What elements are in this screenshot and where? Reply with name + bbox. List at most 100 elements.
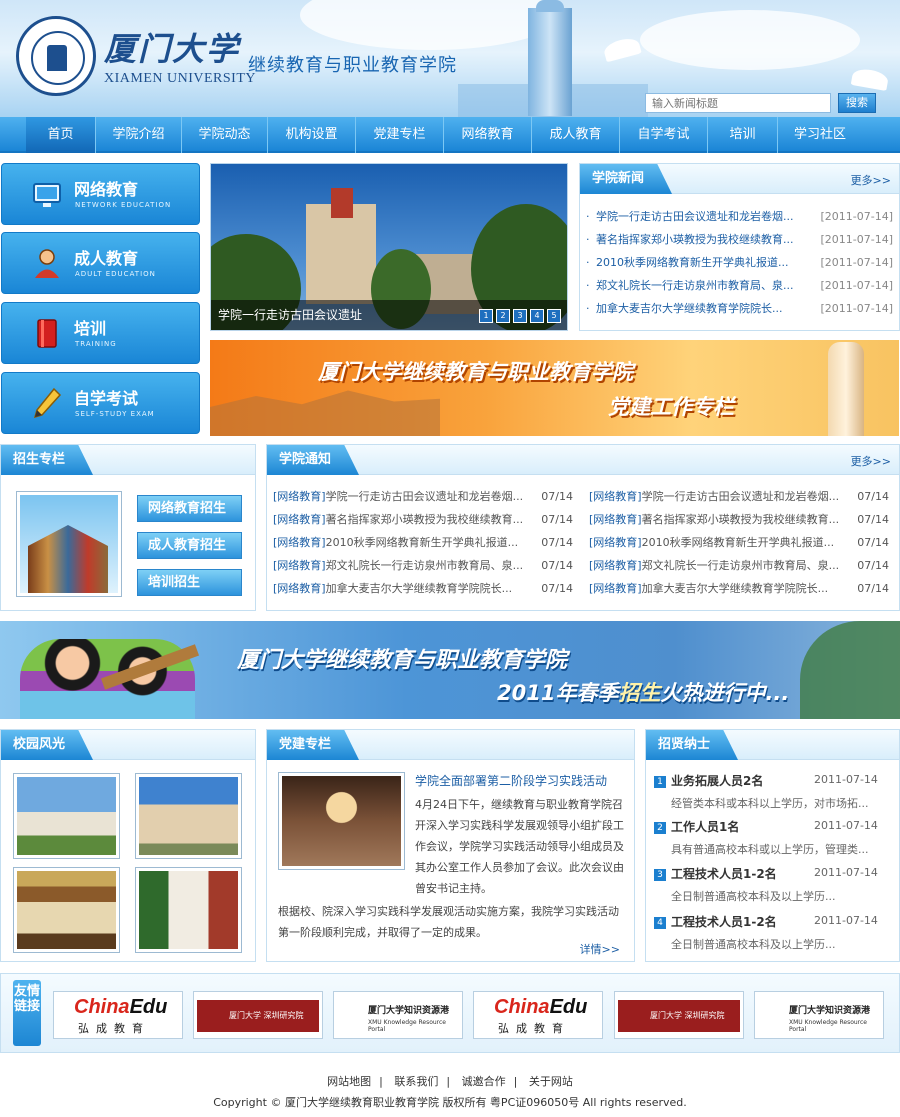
university-seal-logo[interactable] xyxy=(16,16,96,96)
footer-link-cooperation[interactable]: 诚邀合作 xyxy=(462,1075,506,1088)
footer-link-contact[interactable]: 联系我们 xyxy=(394,1075,438,1088)
notice-item[interactable]: [网络教育]2010秋季网络教育新生开学典礼报道... 07/14 xyxy=(273,531,573,554)
college-notices-panel: 学院通知 更多>> [网络教育]学院一行走访古田会议遗址和龙岩卷烟... 07/14… xyxy=(266,444,900,611)
notice-title[interactable]: 2010秋季网络教育新生开学典礼报道... xyxy=(642,531,842,554)
news-item[interactable]: · 学院一行走访古田会议遗址和龙岩卷烟... [2011-07-14] xyxy=(586,205,893,228)
search-button[interactable]: 搜索 xyxy=(838,93,876,113)
news-item[interactable]: · 2010秋季网络教育新生开学典礼报道... [2011-07-14] xyxy=(586,251,893,274)
campus-photo[interactable] xyxy=(13,773,120,859)
notices-more-link[interactable]: 更多>> xyxy=(851,453,891,469)
notice-category[interactable]: [网络教育] xyxy=(273,536,326,549)
notice-category[interactable]: [网络教育] xyxy=(589,536,642,549)
campus-photo[interactable] xyxy=(135,773,242,859)
party-article-more-link[interactable]: 详情>> xyxy=(580,941,620,957)
link-xmu-krp[interactable]: 厦门大学知识资源港 XMU Knowledge Resource Portal xyxy=(333,991,463,1039)
notice-date: 07/14 xyxy=(857,582,889,595)
xmu-shenzhen-logo: 厦门大学 深圳研究院 xyxy=(197,1000,319,1032)
notice-item[interactable]: [网络教育]学院一行走访古田会议遗址和龙岩卷烟... 07/14 xyxy=(589,485,889,508)
nav-item-self-study[interactable]: 自学考试 xyxy=(620,117,708,153)
news-item[interactable]: · 著名指挥家郑小瑛教授为我校继续教育... [2011-07-14] xyxy=(586,228,893,251)
footer-link-sitemap[interactable]: 网站地图 xyxy=(327,1075,371,1088)
notice-item[interactable]: [网络教育]学院一行走访古田会议遗址和龙岩卷烟... 07/14 xyxy=(273,485,573,508)
job-item[interactable]: 3 工程技术人员1-2名 2011-07-14 全日制普通高校本科及以上学历... xyxy=(654,865,894,905)
college-news-more-link[interactable]: 更多>> xyxy=(851,172,891,188)
notice-title[interactable]: 郑文礼院长一行走访泉州市教育局、泉... xyxy=(642,554,842,577)
quick-link-self-study[interactable]: 自学考试 SELF-STUDY EXAM xyxy=(1,372,200,434)
link-chinaedu[interactable]: ChinaEdu 弘成教育 xyxy=(53,991,183,1039)
job-item[interactable]: 4 工程技术人员1-2名 2011-07-14 全日制普通高校本科及以上学历... xyxy=(654,913,894,953)
dove-icon xyxy=(602,35,642,63)
slide-page-4[interactable]: 4 xyxy=(530,309,544,323)
slide-page-1[interactable]: 1 xyxy=(479,309,493,323)
notice-item[interactable]: [网络教育]著名指挥家郑小瑛教授为我校继续教育... 07/14 xyxy=(273,508,573,531)
logo-text-cn[interactable]: 厦门大学 xyxy=(104,24,240,70)
spring-enrollment-banner[interactable]: 厦门大学继续教育与职业教育学院 2011年春季招生火热进行中... xyxy=(0,621,900,719)
notice-category[interactable]: [网络教育] xyxy=(273,490,326,503)
notice-category[interactable]: [网络教育] xyxy=(589,559,642,572)
notice-title[interactable]: 著名指挥家郑小瑛教授为我校继续教育... xyxy=(642,508,842,531)
nav-item-departments[interactable]: 机构设置 xyxy=(268,117,356,153)
party-article-headline[interactable]: 学院全面部署第二阶段学习实践活动 xyxy=(415,772,607,789)
party-column-banner[interactable]: 厦门大学继续教育与职业教育学院 党建工作专栏 xyxy=(210,340,899,436)
job-title[interactable]: 工作人员1名 xyxy=(671,818,739,835)
link-xmu-shenzhen[interactable]: 厦门大学 深圳研究院 xyxy=(193,991,323,1039)
job-title[interactable]: 工程技术人员1-2名 xyxy=(671,865,777,882)
slideshow-caption[interactable]: 学院一行走访古田会议遗址 xyxy=(218,306,362,323)
job-title[interactable]: 工程技术人员1-2名 xyxy=(671,913,777,930)
quick-link-network-edu[interactable]: 网络教育 NETWORK EDUCATION xyxy=(1,163,200,225)
news-title[interactable]: 郑文礼院长一行走访泉州市教育局、泉... xyxy=(596,274,806,297)
network-edu-admissions-button[interactable]: 网络教育招生 xyxy=(137,495,242,522)
notice-item[interactable]: [网络教育]郑文礼院长一行走访泉州市教育局、泉... 07/14 xyxy=(589,554,889,577)
quick-link-training[interactable]: 培训 TRAINING xyxy=(1,302,200,364)
training-admissions-button[interactable]: 培训招生 xyxy=(137,569,242,596)
notice-title[interactable]: 加拿大麦吉尔大学继续教育学院院长... xyxy=(326,577,526,600)
news-item[interactable]: · 郑文礼院长一行走访泉州市教育局、泉... [2011-07-14] xyxy=(586,274,893,297)
nav-item-home[interactable]: 首页 xyxy=(26,117,96,153)
nav-item-network-edu[interactable]: 网络教育 xyxy=(444,117,532,153)
notice-title[interactable]: 加拿大麦吉尔大学继续教育学院院长... xyxy=(642,577,842,600)
job-item[interactable]: 1 业务拓展人员2名 2011-07-14 经管类本科或本科以上学历，对市场拓... xyxy=(654,772,894,812)
news-item[interactable]: · 加拿大麦吉尔大学继续教育学院院长... [2011-07-14] xyxy=(586,297,893,320)
notice-title[interactable]: 学院一行走访古田会议遗址和龙岩卷烟... xyxy=(642,485,842,508)
slide-page-5[interactable]: 5 xyxy=(547,309,561,323)
notice-title[interactable]: 著名指挥家郑小瑛教授为我校继续教育... xyxy=(326,508,526,531)
notice-title[interactable]: 学院一行走访古田会议遗址和龙岩卷烟... xyxy=(326,485,526,508)
notice-item[interactable]: [网络教育]著名指挥家郑小瑛教授为我校继续教育... 07/14 xyxy=(589,508,889,531)
notice-item[interactable]: [网络教育]加拿大麦吉尔大学继续教育学院院长... 07/14 xyxy=(589,577,889,600)
footer-link-about[interactable]: 关于网站 xyxy=(529,1075,573,1088)
notice-category[interactable]: [网络教育] xyxy=(273,559,326,572)
nav-item-community[interactable]: 学习社区 xyxy=(778,117,862,153)
quick-link-adult-edu[interactable]: 成人教育 ADULT EDUCATION xyxy=(1,232,200,294)
notice-item[interactable]: [网络教育]2010秋季网络教育新生开学典礼报道... 07/14 xyxy=(589,531,889,554)
notice-category[interactable]: [网络教育] xyxy=(589,490,642,503)
job-item[interactable]: 2 工作人员1名 2011-07-14 具有普通高校本科或以上学历，管理类... xyxy=(654,818,894,858)
news-title[interactable]: 2010秋季网络教育新生开学典礼报道... xyxy=(596,251,806,274)
slide-page-3[interactable]: 3 xyxy=(513,309,527,323)
link-chinaedu[interactable]: ChinaEdu 弘成教育 xyxy=(473,991,603,1039)
notice-title[interactable]: 郑文礼院长一行走访泉州市教育局、泉... xyxy=(326,554,526,577)
adult-edu-admissions-button[interactable]: 成人教育招生 xyxy=(137,532,242,559)
news-title[interactable]: 著名指挥家郑小瑛教授为我校继续教育... xyxy=(596,228,806,251)
nav-item-party[interactable]: 党建专栏 xyxy=(356,117,444,153)
job-title[interactable]: 业务拓展人员2名 xyxy=(671,772,763,789)
notice-category[interactable]: [网络教育] xyxy=(589,582,642,595)
nav-item-news[interactable]: 学院动态 xyxy=(182,117,268,153)
notice-category[interactable]: [网络教育] xyxy=(273,582,326,595)
nav-item-about[interactable]: 学院介绍 xyxy=(96,117,182,153)
slide-page-2[interactable]: 2 xyxy=(496,309,510,323)
nav-item-training[interactable]: 培训 xyxy=(708,117,778,153)
news-title[interactable]: 学院一行走访古田会议遗址和龙岩卷烟... xyxy=(596,205,806,228)
link-xmu-krp[interactable]: 厦门大学知识资源港 XMU Knowledge Resource Portal xyxy=(754,991,884,1039)
campus-photo[interactable] xyxy=(13,867,120,953)
photo-slideshow[interactable]: 学院一行走访古田会议遗址 1 2 3 4 5 xyxy=(210,163,568,331)
notice-category[interactable]: [网络教育] xyxy=(273,513,326,526)
campus-photo[interactable] xyxy=(135,867,242,953)
news-title[interactable]: 加拿大麦吉尔大学继续教育学院院长... xyxy=(596,297,806,320)
search-input[interactable] xyxy=(645,93,831,113)
nav-item-adult-edu[interactable]: 成人教育 xyxy=(532,117,620,153)
link-xmu-shenzhen[interactable]: 厦门大学 深圳研究院 xyxy=(614,991,744,1039)
notice-category[interactable]: [网络教育] xyxy=(589,513,642,526)
notice-item[interactable]: [网络教育]郑文礼院长一行走访泉州市教育局、泉... 07/14 xyxy=(273,554,573,577)
notice-item[interactable]: [网络教育]加拿大麦吉尔大学继续教育学院院长... 07/14 xyxy=(273,577,573,600)
notice-title[interactable]: 2010秋季网络教育新生开学典礼报道... xyxy=(326,531,526,554)
